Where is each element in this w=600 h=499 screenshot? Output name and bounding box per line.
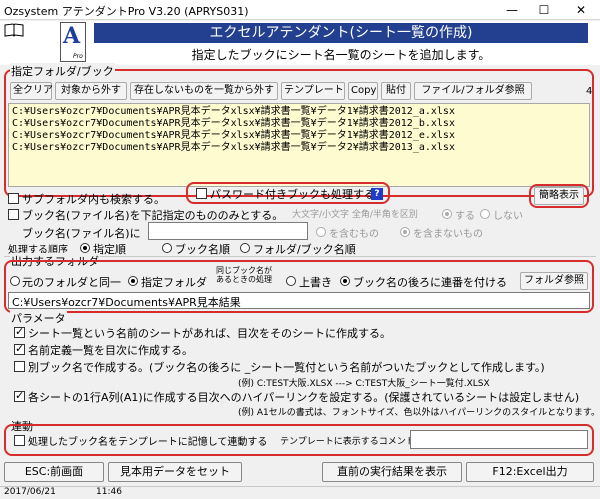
specified-folder-radio[interactable] bbox=[128, 276, 138, 286]
separate-book-label: 別ブック名で作成する。(ブック名の後ろに _シート一覧付という名前がついたブック… bbox=[28, 361, 545, 374]
file-count: 4 bbox=[586, 86, 593, 97]
subfolder-label: サブフォルダ内も検索する。 bbox=[22, 193, 165, 206]
overwrite-radio[interactable] bbox=[286, 276, 296, 286]
hyperlink-label: 各シートの1行A列(A1)に作成する目次へのハイパーリンクを設定する。(保護され… bbox=[28, 391, 580, 404]
output-path-input[interactable]: C:¥Users¥ozcr7¥Documents¥APR見本結果 bbox=[8, 292, 590, 309]
remove-target-button[interactable]: 対象から外す bbox=[55, 82, 127, 100]
comment-input[interactable] bbox=[410, 430, 588, 449]
case-no-radio[interactable] bbox=[480, 209, 490, 219]
file-folder-browse-button[interactable]: ファイル/フォルダ参照 bbox=[414, 82, 532, 100]
hyperlink-checkbox[interactable] bbox=[14, 389, 25, 402]
case-no-label: しない bbox=[493, 211, 523, 222]
folder-group-label: 指定フォルダ/ブック bbox=[10, 63, 115, 79]
esc-back-button[interactable]: ESC:前画面 bbox=[4, 462, 104, 482]
remember-label: 処理したブック名をテンプレートに記憶して連動する bbox=[28, 437, 268, 448]
name-filter-label: ブック名(ファイル名)を下記指定のもののみとする。 bbox=[22, 209, 284, 222]
order-folder-book-radio[interactable] bbox=[240, 243, 250, 253]
excel-output-button[interactable]: F12:Excel出力 bbox=[466, 462, 594, 482]
copy-button[interactable]: Copy bbox=[348, 82, 378, 100]
order-folder-book-label: フォルダ/ブック名順 bbox=[253, 243, 356, 256]
window-title-bar: Ozsystem アテンダントPro V3.20 (APRYS031) — ☐ … bbox=[0, 0, 600, 20]
clear-all-button[interactable]: 全クリア bbox=[10, 82, 53, 100]
case-label: 大文字/小文字 全角/半角を区別 bbox=[292, 210, 418, 220]
remember-checkbox[interactable] bbox=[14, 435, 25, 446]
status-date: 2017/06/21 bbox=[4, 487, 56, 497]
example-1: (例) C:TEST大阪.XLSX ---> C:TEST大阪_シート一覧付.X… bbox=[238, 379, 490, 389]
sheet-list-checkbox[interactable] bbox=[14, 325, 25, 338]
help-icon[interactable]: ? bbox=[371, 188, 383, 200]
template-button[interactable]: テンプレート bbox=[281, 82, 345, 100]
set-sample-data-button[interactable]: 見本用データをセット bbox=[108, 462, 242, 482]
sheet-list-label: シート一覧という名前のシートがあれば、目次をそのシートに作成する。 bbox=[28, 327, 391, 340]
separate-book-checkbox[interactable] bbox=[14, 361, 25, 372]
comment-label: テンプレートに表示するコメント bbox=[280, 437, 415, 447]
order-book-name-radio[interactable] bbox=[162, 243, 172, 253]
screen-description: 指定したブックにシート名一覧のシートを追加します。 bbox=[191, 48, 491, 62]
subfolder-checkbox[interactable] bbox=[8, 193, 19, 204]
password-checkbox[interactable] bbox=[196, 188, 207, 199]
overwrite-label: 上書き bbox=[299, 276, 332, 289]
contains-label: を含むもの bbox=[329, 229, 379, 240]
book-name-label: ブック名(ファイル名)に bbox=[22, 227, 141, 240]
not-contains-radio[interactable] bbox=[400, 227, 410, 237]
list-item[interactable]: C:¥Users¥ozcr7¥Documents¥APR見本データxlsx¥請求… bbox=[12, 106, 586, 118]
show-last-result-button[interactable]: 直前の実行結果を表示 bbox=[322, 462, 462, 482]
same-folder-radio[interactable] bbox=[10, 276, 20, 286]
specified-folder-label: 指定フォルダ bbox=[141, 276, 207, 289]
status-time: 11:46 bbox=[96, 487, 122, 497]
append-number-radio[interactable] bbox=[340, 276, 350, 286]
same-name-handling-label: 同じブック名が あるときの処理 bbox=[216, 266, 272, 284]
screen-title: エクセルアテンダント(シート一覧の作成) bbox=[94, 23, 588, 43]
book-name-input[interactable] bbox=[148, 222, 308, 240]
status-bar: 2017/06/21 11:46 bbox=[0, 486, 600, 499]
file-list[interactable]: C:¥Users¥ozcr7¥Documents¥APR見本データxlsx¥請求… bbox=[8, 103, 590, 187]
append-number-label: ブック名の後ろに連番を付ける bbox=[353, 276, 507, 289]
app-header: A Pro エクセルアテンダント(シート一覧の作成) 指定したブックにシート名一… bbox=[0, 21, 600, 65]
paste-button[interactable]: 貼付 bbox=[381, 82, 411, 100]
window-title: Ozsystem アテンダントPro V3.20 (APRYS031) bbox=[4, 5, 249, 18]
order-book-name-label: ブック名順 bbox=[175, 243, 230, 256]
name-def-label: 名前定義一覧を目次に作成する。 bbox=[28, 344, 193, 357]
params-group-label: パラメータ bbox=[10, 310, 67, 326]
contains-radio[interactable] bbox=[316, 227, 326, 237]
order-specified-radio[interactable] bbox=[80, 243, 90, 253]
name-def-checkbox[interactable] bbox=[14, 342, 25, 355]
not-contains-label: を含まないもの bbox=[413, 229, 483, 240]
case-yes-radio[interactable] bbox=[442, 209, 452, 219]
case-yes-label: する bbox=[455, 211, 475, 222]
name-filter-checkbox[interactable] bbox=[8, 209, 19, 220]
list-item[interactable]: C:¥Users¥ozcr7¥Documents¥APR見本データxlsx¥請求… bbox=[12, 142, 586, 154]
list-item[interactable]: C:¥Users¥ozcr7¥Documents¥APR見本データxlsx¥請求… bbox=[12, 130, 586, 142]
maximize-icon[interactable]: ☐ bbox=[530, 0, 558, 20]
book-icon[interactable] bbox=[4, 23, 24, 37]
minimize-icon[interactable]: — bbox=[498, 0, 526, 20]
remove-missing-button[interactable]: 存在しないものを一覧から外す bbox=[130, 82, 278, 100]
same-folder-label: 元のフォルダと同一 bbox=[22, 276, 121, 289]
logo-letter: A bbox=[63, 23, 81, 49]
close-icon[interactable]: ✕ bbox=[564, 0, 598, 20]
example-2: (例) A1セルの書式は、フォントサイズ、色以外はハイパーリンクのスタイルとなり… bbox=[238, 408, 600, 418]
simple-view-button[interactable]: 簡略表示 bbox=[534, 187, 584, 205]
logo-sub: Pro bbox=[73, 53, 83, 60]
folder-browse-button[interactable]: フォルダ参照 bbox=[520, 272, 588, 290]
password-label: パスワード付きブックも処理する bbox=[210, 188, 375, 201]
list-item[interactable]: C:¥Users¥ozcr7¥Documents¥APR見本データxlsx¥請求… bbox=[12, 118, 586, 130]
app-logo: A Pro bbox=[60, 22, 86, 62]
